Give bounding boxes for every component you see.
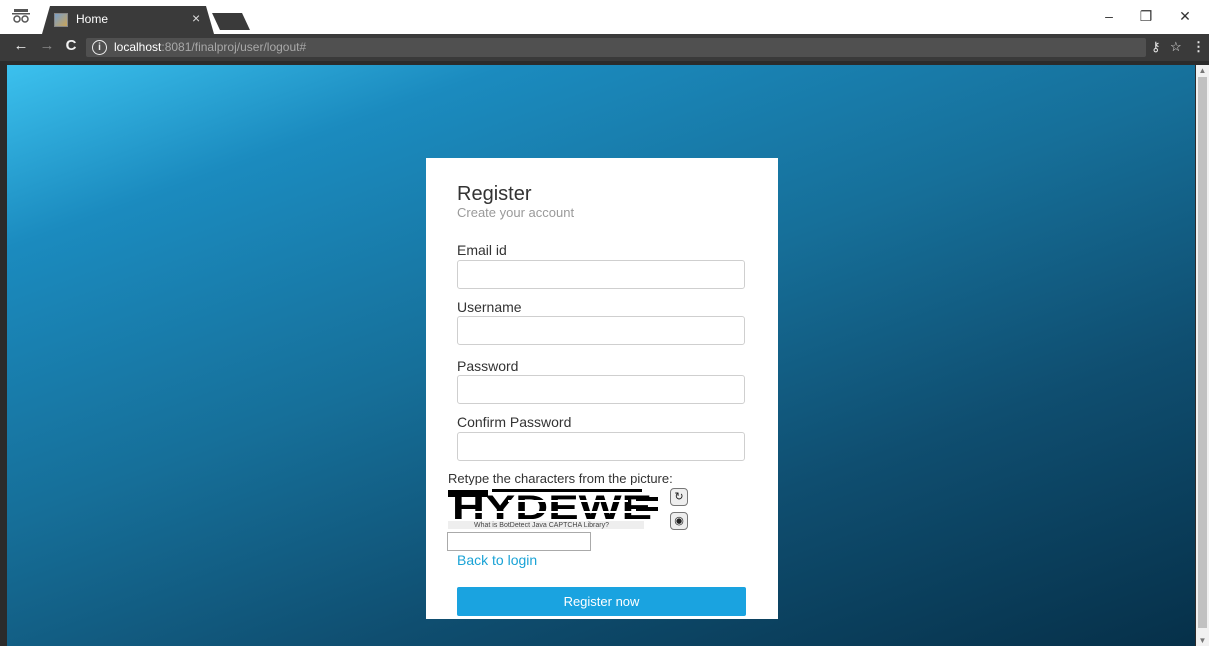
scrollbar-thumb[interactable] [1198, 77, 1207, 628]
reload-icon[interactable]: C [62, 37, 80, 54]
page-background: Register Create your account Email id Us… [7, 65, 1195, 646]
page-title: Register [457, 183, 532, 205]
register-button[interactable]: Register now [457, 587, 746, 616]
scroll-up-icon[interactable]: ▲ [1196, 65, 1209, 76]
tab-strip: Home × – ❐ ✕ [0, 0, 1209, 34]
restore-button[interactable]: ❐ [1131, 8, 1161, 25]
scrollbar[interactable]: ▲ ▼ [1196, 65, 1209, 646]
email-field[interactable] [457, 260, 745, 289]
url-text: localhost:8081/finalproj/user/logout# [114, 40, 306, 54]
confirm-password-label: Confirm Password [457, 414, 572, 430]
minimize-button[interactable]: – [1094, 8, 1124, 24]
key-icon[interactable]: ⚷ [1151, 39, 1161, 55]
tab-title: Home [76, 12, 109, 26]
confirm-password-field[interactable] [457, 432, 745, 461]
incognito-glyph [12, 9, 30, 23]
close-window-button[interactable]: ✕ [1170, 8, 1200, 25]
password-field[interactable] [457, 375, 745, 404]
email-label: Email id [457, 242, 507, 258]
password-label: Password [457, 358, 519, 374]
captcha-input[interactable] [447, 532, 591, 551]
username-label: Username [457, 299, 522, 315]
address-bar[interactable]: i localhost:8081/finalproj/user/logout# [86, 38, 1146, 57]
incognito-icon [10, 6, 32, 28]
speaker-icon[interactable]: ◉ [670, 512, 688, 530]
username-field[interactable] [457, 316, 745, 345]
back-to-login-link[interactable]: Back to login [457, 552, 537, 568]
scroll-down-icon[interactable]: ▼ [1196, 635, 1209, 646]
new-tab-button[interactable] [212, 13, 250, 30]
url-path: :8081/finalproj/user/logout# [161, 40, 307, 54]
forward-arrow-icon[interactable]: → [38, 37, 56, 54]
captcha-prompt: Retype the characters from the picture: [448, 471, 673, 486]
captcha-help-link[interactable]: What is BotDetect Java CAPTCHA Library? [474, 522, 609, 529]
tab-home[interactable]: Home × [42, 6, 214, 34]
tab-close-icon[interactable]: × [192, 10, 200, 26]
menu-icon[interactable]: ⋮ [1192, 39, 1205, 55]
browser-toolbar: ← → C i localhost:8081/finalproj/user/lo… [0, 34, 1209, 61]
reload-icon[interactable]: ↻ [670, 488, 688, 506]
info-icon[interactable]: i [92, 40, 107, 55]
page-subtitle: Create your account [457, 205, 575, 220]
register-card: Register Create your account Email id Us… [426, 158, 778, 619]
back-arrow-icon[interactable]: ← [12, 37, 30, 54]
url-host: localhost [114, 40, 162, 54]
favicon-icon [54, 13, 68, 27]
star-icon[interactable]: ☆ [1170, 39, 1182, 55]
